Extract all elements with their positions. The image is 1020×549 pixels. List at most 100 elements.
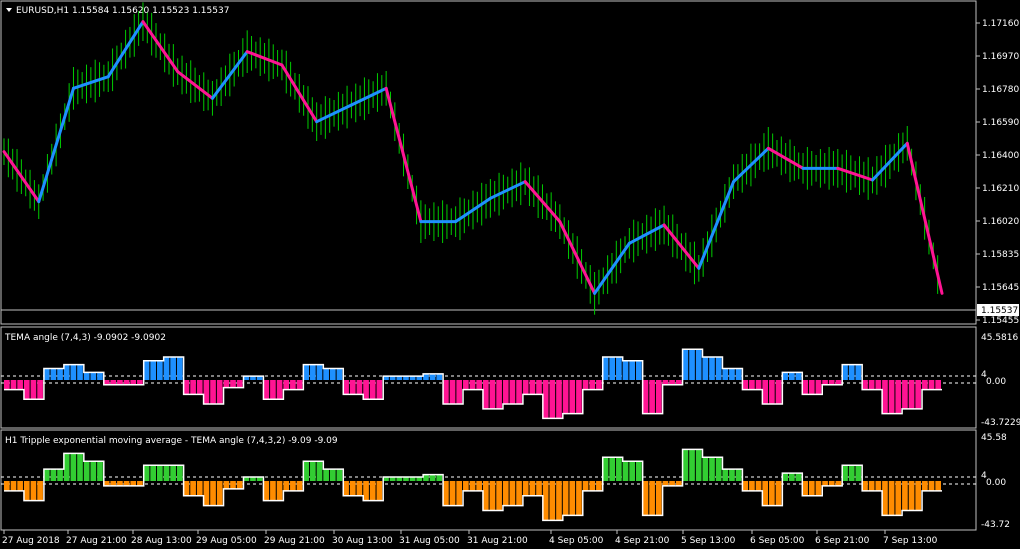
histogram-bar <box>376 380 383 400</box>
histogram-bar <box>329 368 336 380</box>
histogram-bar <box>855 364 862 380</box>
ind1-tick-zero: 0.00 <box>986 377 1006 387</box>
time-tick-label: 27 Aug 21:00 <box>66 536 127 546</box>
histogram-bar <box>915 481 922 511</box>
histogram-bar <box>37 380 43 400</box>
tema-segment <box>2 150 41 204</box>
histogram-bar <box>848 364 855 380</box>
histogram-bar <box>529 481 536 496</box>
histogram-bar <box>482 380 489 409</box>
histogram-bar <box>502 481 509 506</box>
histogram-bar <box>50 368 57 380</box>
histogram-bar <box>616 457 622 481</box>
histogram-bar <box>609 457 616 481</box>
time-tick-label: 31 Aug 05:00 <box>399 536 460 546</box>
histogram-bar <box>562 481 569 516</box>
histogram-bar <box>4 380 10 390</box>
price-bars <box>3 2 939 315</box>
histogram-bar <box>150 465 157 481</box>
histogram-bar <box>316 364 323 380</box>
histogram-bar <box>37 481 43 501</box>
histogram-bar <box>808 481 815 496</box>
histogram-bar <box>290 380 296 390</box>
histogram-bar <box>443 481 449 506</box>
histogram-bar <box>749 380 755 390</box>
histogram-bar <box>323 469 329 481</box>
histogram-bar <box>516 481 522 506</box>
histogram-bar <box>183 380 190 395</box>
histogram-bar <box>735 469 742 481</box>
histogram-bar <box>456 380 463 405</box>
histogram-bar <box>635 360 642 380</box>
histogram-bar <box>749 481 755 491</box>
histogram-bar <box>842 364 848 380</box>
trading-chart-window[interactable]: EURUSD,H1 1.15584 1.15620 1.15523 1.1553… <box>0 0 1020 549</box>
histogram-bar <box>143 465 150 481</box>
histogram-bar <box>270 380 276 400</box>
tema-line <box>2 20 944 295</box>
histogram-bar <box>97 461 103 481</box>
histogram-bar <box>476 481 482 491</box>
histogram-bar <box>622 360 629 380</box>
main-price-panel[interactable] <box>0 0 977 325</box>
histogram-bar <box>336 368 343 380</box>
histogram-bar <box>689 349 695 380</box>
histogram-bar <box>902 481 908 511</box>
tema-segment <box>662 223 701 270</box>
histogram-bar <box>928 481 935 491</box>
histogram-bar <box>4 481 10 491</box>
time-tick-label: 6 Sep 21:00 <box>815 536 870 546</box>
histogram-bar <box>443 380 449 405</box>
histogram-bar <box>329 469 336 481</box>
histogram-bar <box>609 356 616 380</box>
histogram-bar <box>343 481 349 496</box>
histogram-bar <box>57 368 63 380</box>
histogram-bar <box>230 380 236 388</box>
histogram-bar <box>176 356 183 380</box>
histogram-bar <box>875 481 882 491</box>
histogram-bar <box>862 481 868 491</box>
histogram-bar <box>363 481 369 501</box>
histogram-bar <box>363 380 369 400</box>
histogram-bar <box>449 481 456 506</box>
time-tick-label: 4 Sep 05:00 <box>549 536 604 546</box>
histogram-bar <box>755 481 762 491</box>
histogram-bar <box>735 368 742 380</box>
histogram-bar <box>795 372 802 380</box>
price-tick-label: 1.15645 <box>982 283 1019 293</box>
histogram-bar <box>782 372 788 380</box>
histogram-bar <box>310 461 316 481</box>
histogram-bar <box>769 380 775 405</box>
histogram-bar <box>196 481 203 496</box>
histogram-bar <box>922 380 928 390</box>
histogram-bar <box>369 481 376 501</box>
histogram-bar <box>463 380 469 390</box>
histogram-bar <box>642 380 649 414</box>
histogram-bar <box>303 461 310 481</box>
ind1-tick-min: -43.7229 <box>981 418 1020 428</box>
histogram-bar <box>815 481 822 496</box>
histogram-bar <box>775 380 782 405</box>
histogram-bar <box>616 356 622 380</box>
histogram-bar <box>529 380 536 395</box>
histogram-bar <box>935 481 941 491</box>
price-tick-label: 1.15835 <box>982 250 1019 260</box>
histogram-bar <box>476 380 482 390</box>
time-tick-label: 7 Sep 13:00 <box>883 536 938 546</box>
histogram-bar <box>163 465 170 481</box>
price-tick-label: 1.16970 <box>982 52 1019 62</box>
indicator2-header: H1 Tripple exponential moving average - … <box>5 436 338 446</box>
menu-arrow-icon[interactable] <box>6 8 12 12</box>
histogram-bar <box>775 481 782 506</box>
histogram-bar <box>23 481 30 501</box>
histogram-bar <box>216 380 223 405</box>
ind2-tick-max: 45.58 <box>981 433 1007 443</box>
histogram-bar <box>695 349 702 380</box>
histogram-bar <box>769 481 775 506</box>
histogram-bar <box>868 380 875 390</box>
histogram-bar <box>808 380 815 395</box>
histogram-bar <box>223 481 230 489</box>
histogram-bar <box>223 380 230 388</box>
histogram-bar <box>429 373 436 380</box>
histogram-bar <box>23 380 30 400</box>
